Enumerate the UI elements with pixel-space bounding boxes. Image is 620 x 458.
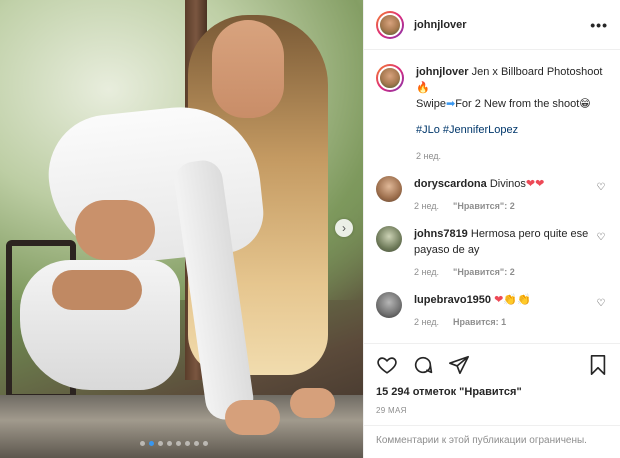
- action-bar: [376, 354, 608, 376]
- carousel-dot: [176, 441, 181, 446]
- chevron-right-icon[interactable]: ›: [335, 219, 353, 237]
- comment-username[interactable]: doryscardona: [414, 178, 487, 190]
- comment-text: Divinos: [489, 178, 526, 190]
- commenter-avatar[interactable]: [376, 226, 402, 252]
- comment-likes[interactable]: Нравится: 1: [453, 314, 506, 330]
- share-icon[interactable]: [448, 354, 470, 376]
- likes-count[interactable]: 15 294 отметок "Нравится": [376, 386, 608, 398]
- caption-username[interactable]: johnjlover: [416, 66, 469, 78]
- carousel-dot: [158, 441, 163, 446]
- comment-emoji: ❤❤: [525, 177, 545, 190]
- comment-icon[interactable]: [412, 354, 434, 376]
- carousel-dot: [167, 441, 172, 446]
- comment-username[interactable]: lupebravo1950: [414, 294, 491, 306]
- carousel-dots: [140, 441, 208, 446]
- comment-time[interactable]: 2 нед.: [414, 264, 439, 280]
- comment-emoji: ❤👏👏: [494, 293, 531, 306]
- photo-cutout: [75, 200, 155, 260]
- carousel-dot: [140, 441, 145, 446]
- carousel-dot: [185, 441, 190, 446]
- post-footer: 15 294 отметок "Нравится" 29 МАЯ: [364, 343, 620, 415]
- post-date[interactable]: 29 МАЯ: [376, 406, 608, 415]
- carousel-dot: [203, 441, 208, 446]
- heart-icon[interactable]: [376, 354, 398, 376]
- post-header: johnjlover •••: [364, 0, 620, 50]
- comments-disabled-notice: Комментарии к этой публикации ограничены…: [364, 425, 620, 458]
- avatar[interactable]: [376, 10, 404, 39]
- caption-text-line1: Jen x Billboard Photoshoot: [471, 66, 603, 78]
- photo-face: [212, 20, 284, 118]
- comment-likes[interactable]: "Нравится": 2: [453, 264, 515, 280]
- header-username[interactable]: johnjlover: [414, 19, 467, 31]
- comment-time[interactable]: 2 нед.: [414, 198, 439, 214]
- avatar[interactable]: [376, 64, 404, 92]
- caption-grin-emoji: 😁: [579, 97, 591, 110]
- caption-text-swipe: Swipe: [416, 98, 446, 110]
- comment-likes[interactable]: "Нравится": 2: [453, 198, 515, 214]
- caption-hashtags[interactable]: #JLo #JenniferLopez: [416, 122, 608, 138]
- more-options-icon[interactable]: •••: [590, 17, 608, 33]
- commenter-avatar[interactable]: [376, 176, 402, 202]
- comment-item: doryscardona Divinos❤❤ 2 нед. "Нравится"…: [376, 176, 608, 214]
- comments-list: johnjlover Jen x Billboard Photoshoot 🔥 …: [364, 50, 620, 342]
- comment-like-heart-icon[interactable]: ♡: [594, 292, 608, 330]
- caption: johnjlover Jen x Billboard Photoshoot 🔥 …: [376, 64, 608, 164]
- photo-hand-right: [290, 388, 335, 418]
- post-photo[interactable]: ›: [0, 0, 363, 458]
- carousel-dot: [194, 441, 199, 446]
- caption-fire-emoji: 🔥: [416, 81, 430, 94]
- caption-time[interactable]: 2 нед.: [416, 148, 441, 164]
- post-sidebar: johnjlover ••• johnjlover Jen x Billboar…: [363, 0, 620, 458]
- photo-hand: [225, 400, 280, 435]
- caption-arrow-emoji: ➡: [445, 97, 456, 110]
- carousel-dot-active: [149, 441, 154, 446]
- bookmark-icon[interactable]: [588, 354, 608, 376]
- comment-item: johns7819 Hermosa pero quite ese payaso …: [376, 226, 608, 280]
- caption-text-line2: For 2 New from the shoot: [455, 98, 580, 110]
- comment-like-heart-icon[interactable]: ♡: [594, 176, 608, 214]
- photo-cutout-lower: [52, 270, 142, 310]
- commenter-avatar[interactable]: [376, 292, 402, 318]
- comment-time[interactable]: 2 нед.: [414, 314, 439, 330]
- comment-username[interactable]: johns7819: [414, 228, 468, 240]
- instagram-post: › johnjlover ••• johnjlover Jen x Billbo…: [0, 0, 620, 458]
- comment-item: lupebravo1950 ❤👏👏 2 нед. Нравится: 1 ♡: [376, 292, 608, 330]
- comment-like-heart-icon[interactable]: ♡: [594, 226, 608, 280]
